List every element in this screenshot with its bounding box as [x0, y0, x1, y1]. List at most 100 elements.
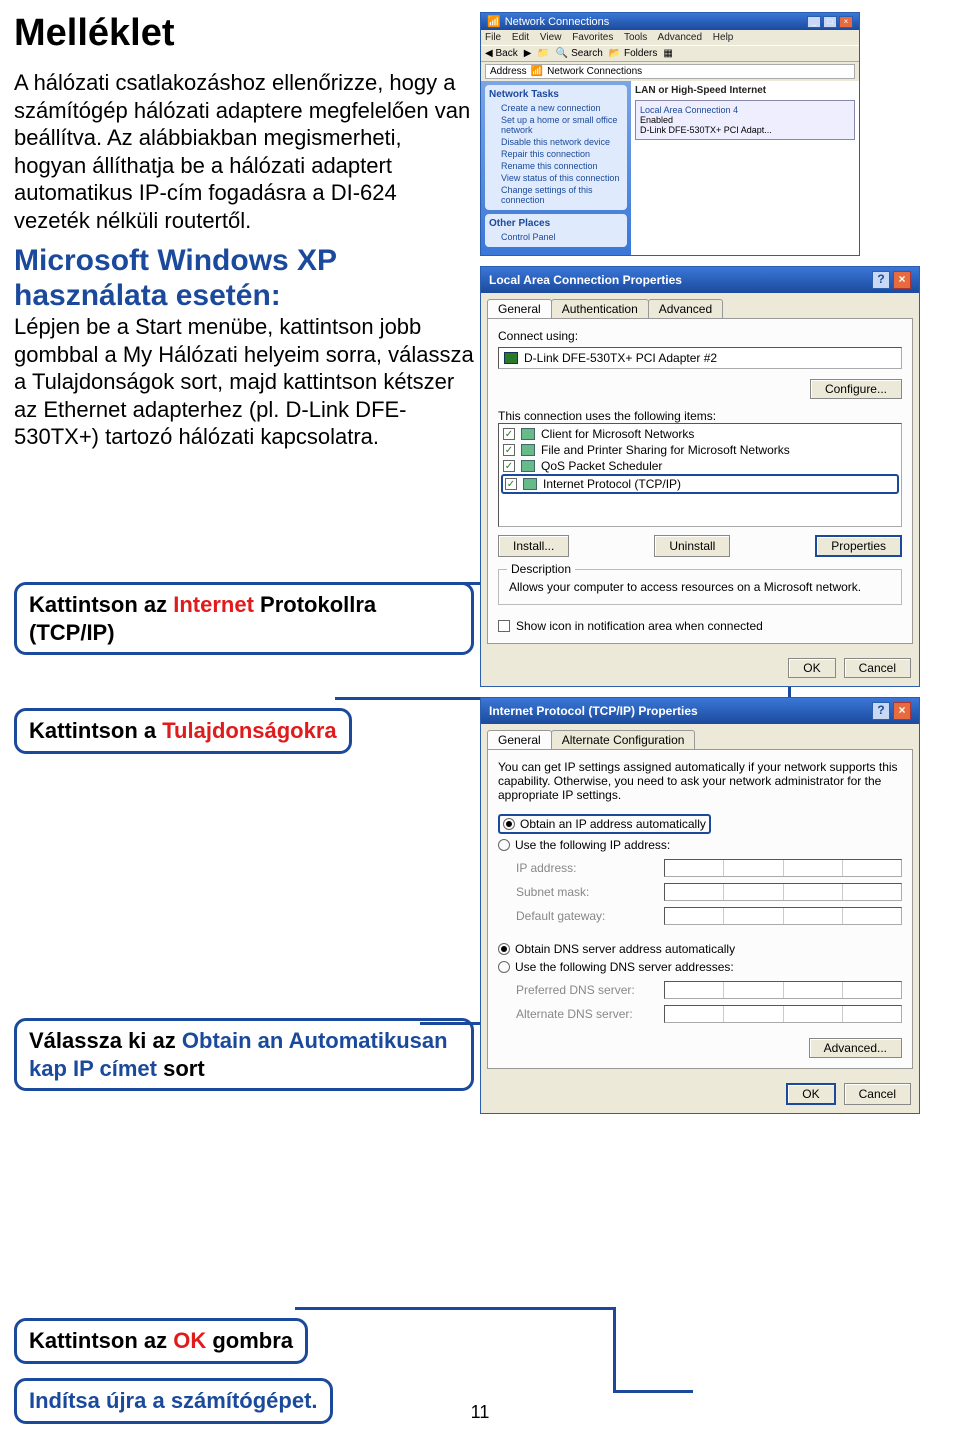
task-link[interactable]: Repair this connection	[489, 148, 623, 160]
intro-paragraph: A hálózati csatlakozáshoz ellenőrizze, h…	[14, 69, 474, 234]
checkbox-icon[interactable]: ✓	[498, 620, 510, 632]
description-text: Allows your computer to access resources…	[509, 580, 891, 594]
tab-general[interactable]: General	[487, 730, 552, 749]
tcpip-blurb: You can get IP settings assigned automat…	[498, 760, 902, 802]
views-button[interactable]: ▦	[663, 48, 672, 59]
menu-help[interactable]: Help	[713, 32, 734, 43]
menu-file[interactable]: File	[485, 32, 501, 43]
callout-click-internet-protocol: Kattintson az Internet Protokollra (TCP/…	[14, 582, 474, 655]
address-bar[interactable]: Address 📶 Network Connections	[485, 64, 855, 79]
checkbox-icon[interactable]: ✓	[503, 460, 515, 472]
gateway-input[interactable]	[664, 907, 902, 925]
place-link[interactable]: Control Panel	[489, 231, 623, 243]
address-value: Network Connections	[547, 66, 642, 77]
dialog-title: Internet Protocol (TCP/IP) Properties	[489, 704, 698, 718]
radio-use-dns[interactable]: Use the following DNS server addresses:	[498, 960, 902, 974]
ok-button[interactable]: OK	[788, 658, 835, 678]
list-item[interactable]: ✓File and Printer Sharing for Microsoft …	[501, 442, 899, 458]
menu-view[interactable]: View	[540, 32, 562, 43]
item-label: Client for Microsoft Networks	[541, 427, 694, 441]
help-button[interactable]: ?	[872, 702, 890, 720]
radio-label: Obtain an IP address automatically	[520, 817, 706, 831]
description-group: Description Allows your computer to acce…	[498, 569, 902, 605]
task-link[interactable]: View status of this connection	[489, 172, 623, 184]
properties-button[interactable]: Properties	[815, 535, 902, 557]
category-heading: LAN or High-Speed Internet	[635, 85, 855, 96]
components-list[interactable]: ✓ Client for Microsoft Networks ✓File and…	[498, 423, 902, 527]
lan-properties-dialog: Local Area Connection Properties ? × Gen…	[480, 266, 920, 687]
up-button[interactable]: 📁	[537, 48, 549, 59]
callout-highlight: OK	[173, 1328, 206, 1353]
ok-button[interactable]: OK	[786, 1083, 835, 1105]
task-link[interactable]: Disable this network device	[489, 136, 623, 148]
instruction-text-column: Melléklet A hálózati csatlakozáshoz elle…	[14, 12, 474, 459]
task-link[interactable]: Change settings of this connection	[489, 184, 623, 206]
list-item[interactable]: ✓QoS Packet Scheduler	[501, 458, 899, 474]
radio-obtain-dns-auto[interactable]: Obtain DNS server address automatically	[498, 942, 902, 956]
folders-button[interactable]: 📂 Folders	[609, 48, 658, 59]
tab-general[interactable]: General	[487, 299, 552, 318]
radio-use-ip[interactable]: Use the following IP address:	[498, 838, 902, 852]
folder-icon: 📶	[487, 15, 501, 28]
back-button[interactable]: ◀ Back	[485, 48, 518, 59]
group-title: Description	[507, 562, 575, 576]
window-titlebar[interactable]: 📶 Network Connections _ □ ×	[481, 13, 859, 30]
uninstall-button[interactable]: Uninstall	[654, 535, 730, 557]
mask-label: Subnet mask:	[516, 885, 656, 899]
callout-text: Indítsa újra a számítógépet.	[29, 1388, 318, 1413]
network-connections-window: 📶 Network Connections _ □ × File Edit Vi…	[480, 12, 860, 256]
checkbox-icon[interactable]: ✓	[505, 478, 517, 490]
dialog-titlebar[interactable]: Internet Protocol (TCP/IP) Properties ? …	[481, 698, 919, 724]
menu-tools[interactable]: Tools	[624, 32, 647, 43]
adns-label: Alternate DNS server:	[516, 1007, 656, 1021]
task-link[interactable]: Create a new connection	[489, 102, 623, 114]
connection-item[interactable]: Local Area Connection 4 Enabled D-Link D…	[635, 100, 855, 140]
configure-button[interactable]: Configure...	[810, 379, 902, 399]
pdns-input[interactable]	[664, 981, 902, 999]
radio-icon	[498, 839, 510, 851]
help-button[interactable]: ?	[872, 271, 890, 289]
adapter-field: D-Link DFE-530TX+ PCI Adapter #2	[498, 347, 902, 369]
list-item[interactable]: ✓ Client for Microsoft Networks	[501, 426, 899, 442]
tab-advanced[interactable]: Advanced	[648, 299, 723, 318]
connections-list: LAN or High-Speed Internet Local Area Co…	[631, 81, 859, 255]
advanced-button[interactable]: Advanced...	[809, 1038, 902, 1058]
close-button[interactable]: ×	[839, 16, 853, 28]
address-label: Address	[490, 66, 527, 77]
mask-input[interactable]	[664, 883, 902, 901]
close-button[interactable]: ×	[893, 702, 911, 720]
menu-favorites[interactable]: Favorites	[572, 32, 613, 43]
tcpip-properties-dialog: Internet Protocol (TCP/IP) Properties ? …	[480, 697, 920, 1114]
list-item-tcpip[interactable]: ✓Internet Protocol (TCP/IP)	[501, 474, 899, 494]
menu-edit[interactable]: Edit	[512, 32, 529, 43]
callout-text: Kattintson a	[29, 718, 162, 743]
maximize-button[interactable]: □	[823, 16, 837, 28]
tab-authentication[interactable]: Authentication	[551, 299, 649, 318]
radio-icon	[498, 961, 510, 973]
task-link[interactable]: Set up a home or small office network	[489, 114, 623, 136]
tab-alternate-config[interactable]: Alternate Configuration	[551, 730, 696, 749]
radio-icon	[498, 943, 510, 955]
ip-input[interactable]	[664, 859, 902, 877]
minimize-button[interactable]: _	[807, 16, 821, 28]
radio-label: Use the following DNS server addresses:	[515, 960, 734, 974]
network-icon: 📶	[531, 66, 543, 77]
adns-input[interactable]	[664, 1005, 902, 1023]
connector-line	[295, 1307, 615, 1310]
cancel-button[interactable]: Cancel	[844, 658, 911, 678]
checkbox-icon[interactable]: ✓	[503, 428, 515, 440]
radio-obtain-ip-auto[interactable]: Obtain an IP address automatically	[498, 814, 711, 834]
close-button[interactable]: ×	[893, 271, 911, 289]
search-button[interactable]: 🔍 Search	[556, 48, 603, 59]
callout-highlight: Tulajdonságokra	[162, 718, 336, 743]
checkbox-icon[interactable]: ✓	[503, 444, 515, 456]
menu-advanced[interactable]: Advanced	[658, 32, 702, 43]
connector-line	[613, 1307, 616, 1393]
window-title: Network Connections	[505, 16, 610, 28]
task-link[interactable]: Rename this connection	[489, 160, 623, 172]
dialog-titlebar[interactable]: Local Area Connection Properties ? ×	[481, 267, 919, 293]
forward-button[interactable]: ▶	[524, 48, 532, 59]
install-button[interactable]: Install...	[498, 535, 569, 557]
show-icon-checkbox-row[interactable]: ✓ Show icon in notification area when co…	[498, 619, 902, 633]
cancel-button[interactable]: Cancel	[844, 1083, 911, 1105]
